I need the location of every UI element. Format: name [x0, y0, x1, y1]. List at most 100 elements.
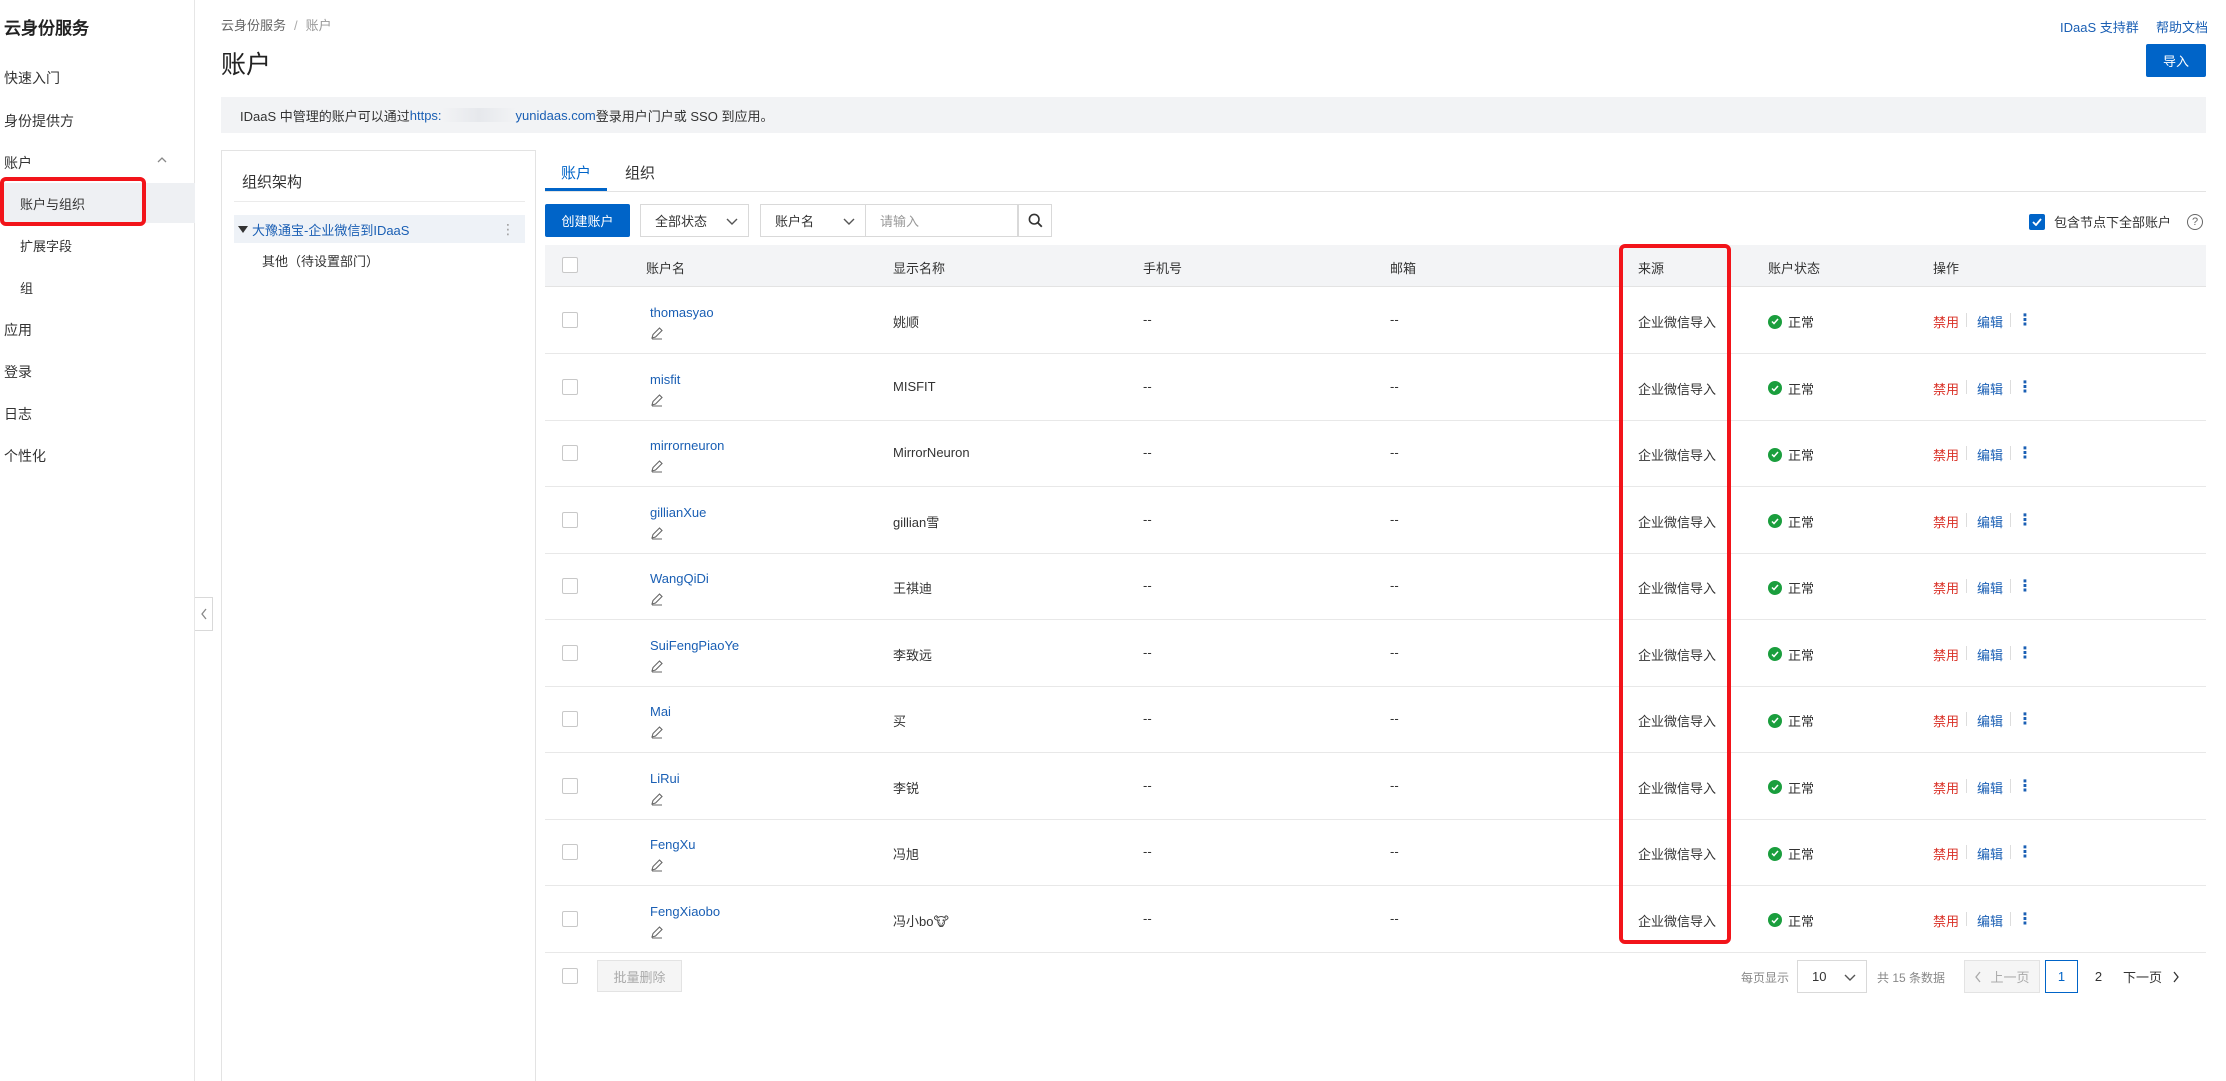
create-account-button[interactable]: 创建账户 — [545, 204, 630, 237]
tab-orgs[interactable]: 组织 — [625, 162, 655, 183]
sidebar-item-accounts[interactable]: 账户 — [4, 153, 32, 173]
search-field-select[interactable]: 账户名 — [760, 204, 866, 237]
notice-link-end[interactable]: yunidaas.com — [516, 108, 596, 123]
checkbox-checked-icon[interactable] — [2029, 213, 2045, 230]
edit-button[interactable]: 编辑 — [1977, 778, 2003, 797]
next-page-button[interactable]: 下一页 — [2123, 960, 2187, 993]
disable-button[interactable]: 禁用 — [1933, 312, 1959, 331]
username-link[interactable]: FengXiaobo — [650, 904, 720, 919]
edit-button[interactable]: 编辑 — [1977, 445, 2003, 464]
disable-button[interactable]: 禁用 — [1933, 778, 1959, 797]
row-checkbox[interactable] — [562, 378, 578, 395]
row-checkbox[interactable] — [562, 511, 578, 528]
select-all-checkbox[interactable] — [562, 257, 578, 273]
sidebar-item-ext-fields[interactable]: 扩展字段 — [20, 236, 72, 255]
tab-accounts[interactable]: 账户 — [561, 162, 591, 183]
edit-button[interactable]: 编辑 — [1977, 911, 2003, 930]
org-tree-child[interactable]: 其他（待设置部门） — [262, 251, 379, 270]
sidebar-item-login[interactable]: 登录 — [4, 362, 32, 382]
username-link[interactable]: misfit — [650, 372, 680, 387]
username-link[interactable]: mirrorneuron — [650, 438, 724, 453]
search-input[interactable]: 请输入 — [866, 204, 1018, 237]
pencil-icon[interactable] — [650, 526, 664, 540]
disable-button[interactable]: 禁用 — [1933, 844, 1959, 863]
chevron-up-icon[interactable] — [157, 155, 167, 165]
more-actions-icon[interactable]: ⋮ — [2017, 776, 2033, 796]
username-link[interactable]: thomasyao — [650, 305, 714, 320]
search-button[interactable] — [1018, 204, 1052, 237]
edit-button[interactable]: 编辑 — [1977, 379, 2003, 398]
edit-button[interactable]: 编辑 — [1977, 844, 2003, 863]
more-actions-icon[interactable]: ⋮ — [2017, 842, 2033, 862]
disable-button[interactable]: 禁用 — [1933, 578, 1959, 597]
pencil-icon[interactable] — [650, 459, 664, 473]
include-subnodes-toggle[interactable]: 包含节点下全部账户 ? — [2029, 212, 2204, 231]
per-page-select[interactable]: 10 — [1797, 960, 1867, 993]
more-vertical-icon[interactable]: ⋮ — [501, 221, 515, 238]
disable-button[interactable]: 禁用 — [1933, 711, 1959, 730]
username-link[interactable]: SuiFengPiaoYe — [650, 638, 739, 653]
row-checkbox[interactable] — [562, 711, 578, 727]
username-link[interactable]: LiRui — [650, 771, 680, 786]
batch-delete-button[interactable]: 批量删除 — [597, 960, 682, 992]
username-link[interactable]: gillianXue — [650, 505, 706, 520]
org-root-label[interactable]: 大豫通宝-企业微信到IDaaS — [252, 220, 409, 239]
sidebar-item-groups[interactable]: 组 — [20, 278, 33, 297]
sidebar-item-quickstart[interactable]: 快速入门 — [4, 68, 60, 88]
row-checkbox[interactable] — [562, 644, 578, 661]
pencil-icon[interactable] — [650, 592, 664, 606]
help-icon[interactable]: ? — [2187, 213, 2204, 230]
support-group-link[interactable]: IDaaS 支持群 — [2060, 17, 2139, 36]
footer-select-all-checkbox[interactable] — [562, 968, 578, 984]
row-checkbox[interactable] — [562, 578, 578, 594]
more-actions-icon[interactable]: ⋮ — [2017, 576, 2033, 596]
row-checkbox[interactable] — [562, 312, 578, 328]
page-1-button[interactable]: 1 — [2045, 960, 2078, 993]
pencil-icon[interactable] — [650, 858, 664, 872]
sidebar-item-idp[interactable]: 身份提供方 — [4, 111, 74, 131]
username-link[interactable]: WangQiDi — [650, 571, 709, 586]
notice-link-start[interactable]: https: — [410, 108, 442, 123]
more-actions-icon[interactable]: ⋮ — [2017, 310, 2033, 330]
more-actions-icon[interactable]: ⋮ — [2017, 909, 2033, 929]
sidebar-item-personalize[interactable]: 个性化 — [4, 446, 46, 466]
more-actions-icon[interactable]: ⋮ — [2017, 377, 2033, 397]
edit-button[interactable]: 编辑 — [1977, 578, 2003, 597]
pencil-icon[interactable] — [650, 326, 664, 340]
breadcrumb-root[interactable]: 云身份服务 — [221, 18, 286, 33]
prev-page-button[interactable]: 上一页 — [1964, 960, 2040, 993]
disable-button[interactable]: 禁用 — [1933, 379, 1959, 398]
sidebar-collapse-handle[interactable] — [195, 597, 213, 631]
more-actions-icon[interactable]: ⋮ — [2017, 709, 2033, 729]
pencil-icon[interactable] — [650, 659, 664, 673]
pencil-icon[interactable] — [650, 393, 664, 407]
more-actions-icon[interactable]: ⋮ — [2017, 510, 2033, 530]
disable-button[interactable]: 禁用 — [1933, 911, 1959, 930]
pencil-icon[interactable] — [650, 792, 664, 806]
row-checkbox[interactable] — [562, 910, 578, 927]
disable-button[interactable]: 禁用 — [1933, 445, 1959, 464]
import-button[interactable]: 导入 — [2146, 44, 2206, 77]
edit-button[interactable]: 编辑 — [1977, 512, 2003, 531]
status-filter-select[interactable]: 全部状态 — [640, 204, 749, 237]
sidebar-item-logs[interactable]: 日志 — [4, 404, 32, 424]
edit-button[interactable]: 编辑 — [1977, 312, 2003, 331]
caret-down-icon[interactable] — [238, 225, 248, 233]
more-actions-icon[interactable]: ⋮ — [2017, 643, 2033, 663]
disable-button[interactable]: 禁用 — [1933, 645, 1959, 664]
edit-button[interactable]: 编辑 — [1977, 711, 2003, 730]
sidebar-item-apps[interactable]: 应用 — [4, 320, 32, 340]
pencil-icon[interactable] — [650, 725, 664, 739]
page-2-button[interactable]: 2 — [2082, 960, 2115, 993]
org-tree-root[interactable]: 大豫通宝-企业微信到IDaaS ⋮ — [234, 215, 525, 243]
username-link[interactable]: Mai — [650, 704, 671, 719]
row-checkbox[interactable] — [562, 844, 578, 860]
more-actions-icon[interactable]: ⋮ — [2017, 443, 2033, 463]
edit-button[interactable]: 编辑 — [1977, 645, 2003, 664]
help-docs-link[interactable]: 帮助文档 — [2156, 17, 2208, 36]
username-link[interactable]: FengXu — [650, 837, 696, 852]
pencil-icon[interactable] — [650, 925, 664, 939]
row-checkbox[interactable] — [562, 445, 578, 461]
row-checkbox[interactable] — [562, 777, 578, 794]
disable-button[interactable]: 禁用 — [1933, 512, 1959, 531]
